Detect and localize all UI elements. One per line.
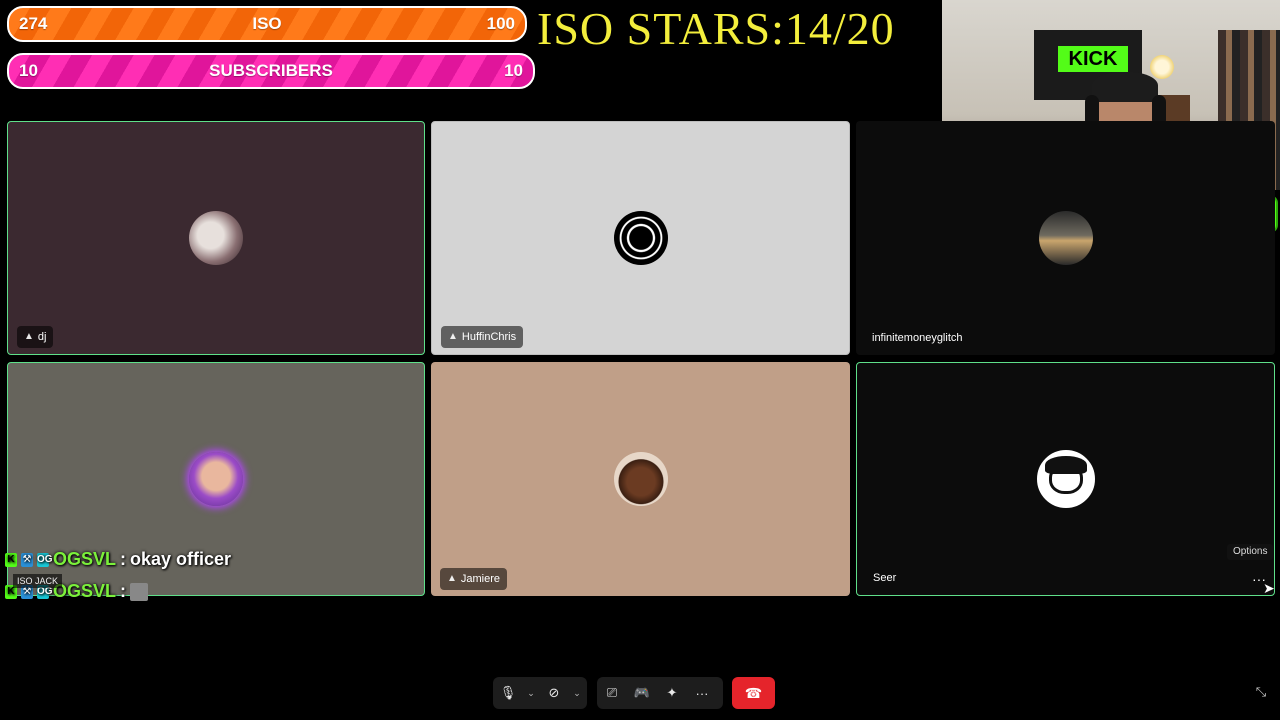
iso-goal-current: 274 <box>19 14 48 33</box>
moderator-badge-icon: ⚒ <box>21 552 33 567</box>
participant-name-tag: Seer <box>866 567 903 589</box>
chat-separator: : <box>120 581 127 601</box>
lamp <box>1150 55 1174 79</box>
avatar-hair <box>1044 456 1087 474</box>
subscribers-goal-target: 10 <box>504 61 523 80</box>
camera-off-icon[interactable]: ⊘ <box>539 678 569 708</box>
participant-tile-infinitemoneyglitch[interactable]: infinitemoneyglitch <box>856 121 1275 355</box>
soundboard-icon[interactable]: ✦ <box>657 678 687 708</box>
kick-logo-poster: KICK <box>1058 46 1128 72</box>
screen-share-icon[interactable]: ⎚ <box>597 678 627 708</box>
chat-text: okay officer <box>130 549 232 569</box>
chat-emote-image <box>130 582 149 601</box>
avatar <box>613 452 668 506</box>
participant-name: Seer <box>873 572 897 584</box>
chevron-down-icon[interactable]: ⌄ <box>523 678 539 708</box>
subscribers-goal-current: 10 <box>19 61 38 80</box>
participant-tile-huffinchris[interactable]: ▲ HuffinChris <box>431 121 850 355</box>
avatar <box>1036 450 1095 508</box>
iso-jack-label: ISO JACK <box>13 574 63 588</box>
chat-username: OGSVL <box>53 549 117 569</box>
participant-name: infinitemoneyglitch <box>872 332 963 344</box>
og-badge-icon: OG <box>37 552 53 567</box>
iso-stars-title: ISO STARS:14/20 <box>537 3 895 54</box>
iso-goal-target: 100 <box>486 14 515 33</box>
subscribers-goal-bar: 10 SUBSCRIBERS 10 <box>7 53 535 89</box>
audio-video-controls: 🎙 ⌄ ⊘ ⌄ <box>493 677 587 709</box>
chevron-down-icon[interactable]: ⌄ <box>569 678 585 708</box>
kick-badge-icon: K <box>5 552 17 567</box>
subscribers-goal-label: SUBSCRIBERS <box>209 61 333 80</box>
iso-goal-bar: 274 ISO 100 <box>7 6 527 42</box>
playstation-icon: ▲ <box>24 331 34 342</box>
activities-gamepad-icon[interactable]: 🎮 <box>627 678 657 708</box>
participant-name-tag: ▲ HuffinChris <box>441 326 524 348</box>
participant-name: dj <box>37 331 47 343</box>
phone-hangup-icon: ☎ <box>744 684 763 701</box>
participant-name: Jamiere <box>460 573 501 585</box>
exit-fullscreen-icon[interactable]: ⤡ <box>1253 684 1269 700</box>
avatar <box>1038 211 1093 265</box>
participant-name-tag: infinitemoneyglitch <box>865 327 970 349</box>
avatar <box>613 211 668 265</box>
participant-tile-jamiere[interactable]: ▲ Jamiere <box>431 362 850 596</box>
mouse-cursor-icon: ➤ <box>1263 580 1275 596</box>
chat-username: OGSVL <box>53 581 117 601</box>
iso-goal-label: ISO <box>252 14 282 33</box>
participant-tile-seer[interactable]: Seer <box>856 362 1275 596</box>
playstation-icon: ▲ <box>447 573 457 584</box>
playstation-icon: ▲ <box>448 331 458 342</box>
more-options-icon[interactable]: ··· <box>687 678 717 708</box>
streamer-hair <box>1092 72 1158 102</box>
participant-name: HuffinChris <box>461 331 517 343</box>
microphone-icon[interactable]: 🎙 <box>493 678 523 708</box>
disconnect-call-button[interactable]: ☎ <box>732 677 775 709</box>
participant-name-tag: ▲ Jamiere <box>440 568 508 590</box>
avatar <box>189 211 243 265</box>
participant-tile-dj[interactable]: ▲ dj <box>7 121 425 355</box>
options-tooltip: Options <box>1227 544 1274 560</box>
chat-separator: : <box>120 549 127 569</box>
participant-name-tag: ▲ dj <box>17 326 54 348</box>
chat-message: K ⚒ OG OGSVL : okay officer <box>5 549 231 570</box>
avatar <box>189 452 243 506</box>
call-actions: ⎚ 🎮 ✦ ··· <box>597 677 723 709</box>
